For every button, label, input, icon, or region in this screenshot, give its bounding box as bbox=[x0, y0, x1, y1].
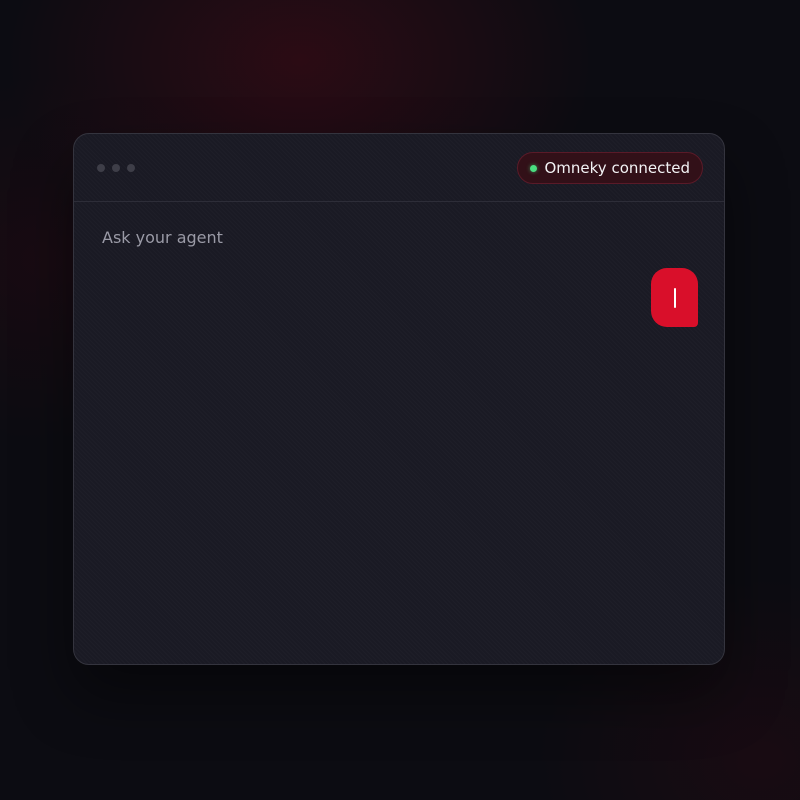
prompt-label: Ask your agent bbox=[102, 228, 223, 247]
connection-status-label: Omneky connected bbox=[544, 159, 691, 177]
user-message-bubble[interactable] bbox=[651, 268, 698, 327]
window-control-dot-icon[interactable] bbox=[97, 164, 105, 172]
window-control-dot-icon[interactable] bbox=[112, 164, 120, 172]
connection-status-badge: Omneky connected bbox=[516, 152, 703, 184]
window-titlebar: Omneky connected bbox=[74, 134, 724, 202]
window-control-dot-icon[interactable] bbox=[127, 164, 135, 172]
agent-chat-window: Omneky connected Ask your agent bbox=[73, 133, 725, 665]
status-indicator-icon bbox=[529, 164, 537, 172]
text-cursor-icon bbox=[673, 287, 676, 308]
